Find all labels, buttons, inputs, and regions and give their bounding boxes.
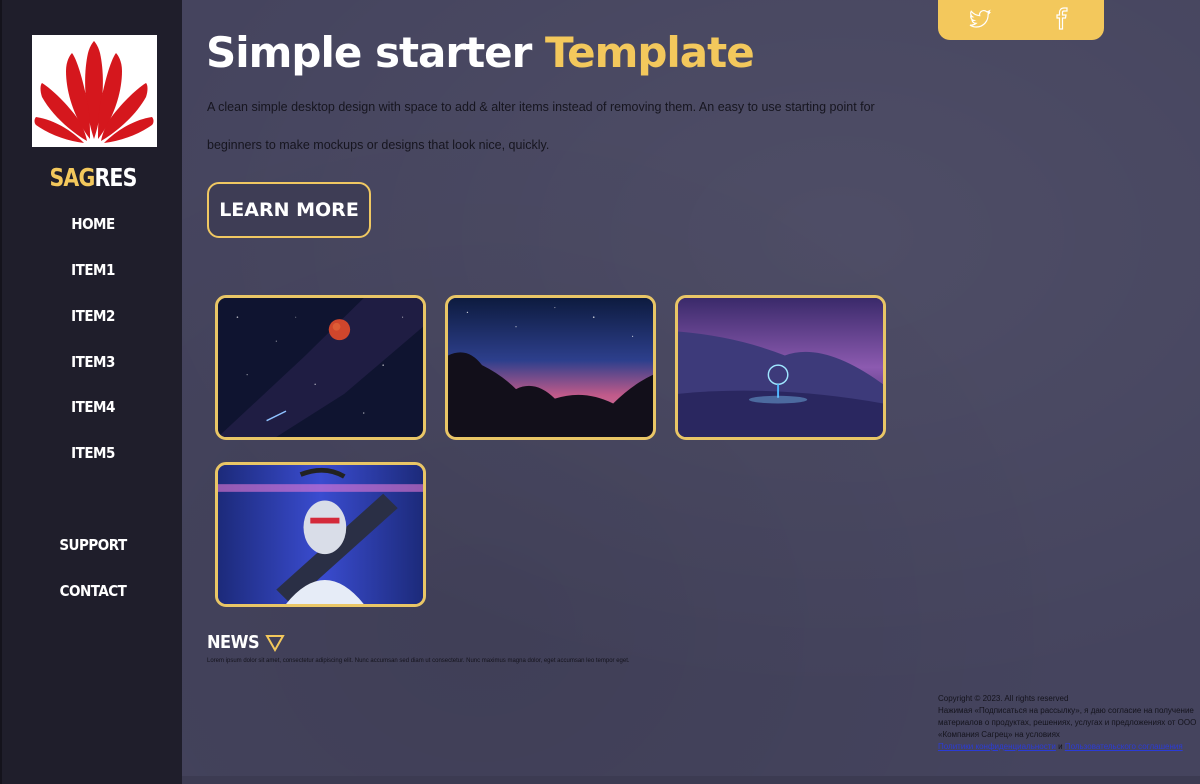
privacy-policy-link[interactable]: Политики конфиденциальности: [938, 742, 1056, 751]
legal-links: Политики конфиденциальности и Пользовате…: [938, 741, 1200, 753]
nav-contact[interactable]: CONTACT: [2, 582, 184, 600]
nav-item4[interactable]: ITEM4: [2, 398, 184, 416]
nav-item2[interactable]: ITEM2: [2, 307, 184, 325]
nav-item3[interactable]: ITEM3: [2, 353, 184, 371]
twitter-icon[interactable]: [968, 7, 992, 31]
title-part-2: Template: [545, 28, 755, 77]
footer: Copyright © 2023. All rights reserved На…: [938, 693, 1200, 753]
conjunction-text: и: [1058, 742, 1063, 751]
starry-rocks-image: [448, 298, 653, 437]
horizontal-scroll-edge: [182, 776, 1200, 784]
learn-more-button[interactable]: LEARN MORE: [207, 182, 371, 238]
gallery-image-night-sky[interactable]: [215, 295, 426, 440]
light-orb-snow-image: [678, 298, 883, 437]
gallery-image-cyber-figure[interactable]: [215, 462, 426, 607]
gallery-image-starry-rocks[interactable]: [445, 295, 656, 440]
hero-description: A clean simple desktop design with space…: [207, 100, 875, 152]
brand-name: SAGRES: [18, 163, 167, 192]
sidebar: SAGRES HOME ITEM1 ITEM2 ITEM3 ITEM4 ITEM…: [0, 0, 182, 784]
nav-item5[interactable]: ITEM5: [2, 444, 184, 462]
news-title: NEWS: [207, 632, 260, 653]
consent-text: Нажимая «Подписаться на рассылку», я даю…: [938, 706, 1197, 739]
news-heading: NEWS: [207, 632, 285, 653]
page-title: Simple starter Template: [206, 28, 755, 77]
social-bar: [938, 0, 1104, 40]
night-sky-moon-image: [218, 298, 423, 437]
logo[interactable]: [32, 35, 157, 147]
brand-accent: SAG: [49, 163, 95, 192]
nav-item1[interactable]: ITEM1: [2, 261, 184, 279]
brand-rest: RES: [94, 163, 137, 192]
facebook-icon[interactable]: [1050, 7, 1074, 31]
news-body: Lorem ipsum dolor sit amet, consectetur …: [207, 658, 630, 664]
nav-home[interactable]: HOME: [2, 215, 184, 233]
gallery-image-light-orb[interactable]: [675, 295, 886, 440]
nav-support[interactable]: SUPPORT: [2, 536, 184, 554]
copyright-text: Copyright © 2023. All rights reserved: [938, 694, 1069, 703]
user-agreement-link[interactable]: Пользовательского соглашения: [1065, 742, 1183, 751]
cyber-figure-image: [218, 465, 423, 604]
huawei-logo-icon: [34, 41, 154, 143]
title-part-1: Simple starter: [206, 28, 532, 77]
triangle-down-icon[interactable]: [265, 634, 285, 652]
